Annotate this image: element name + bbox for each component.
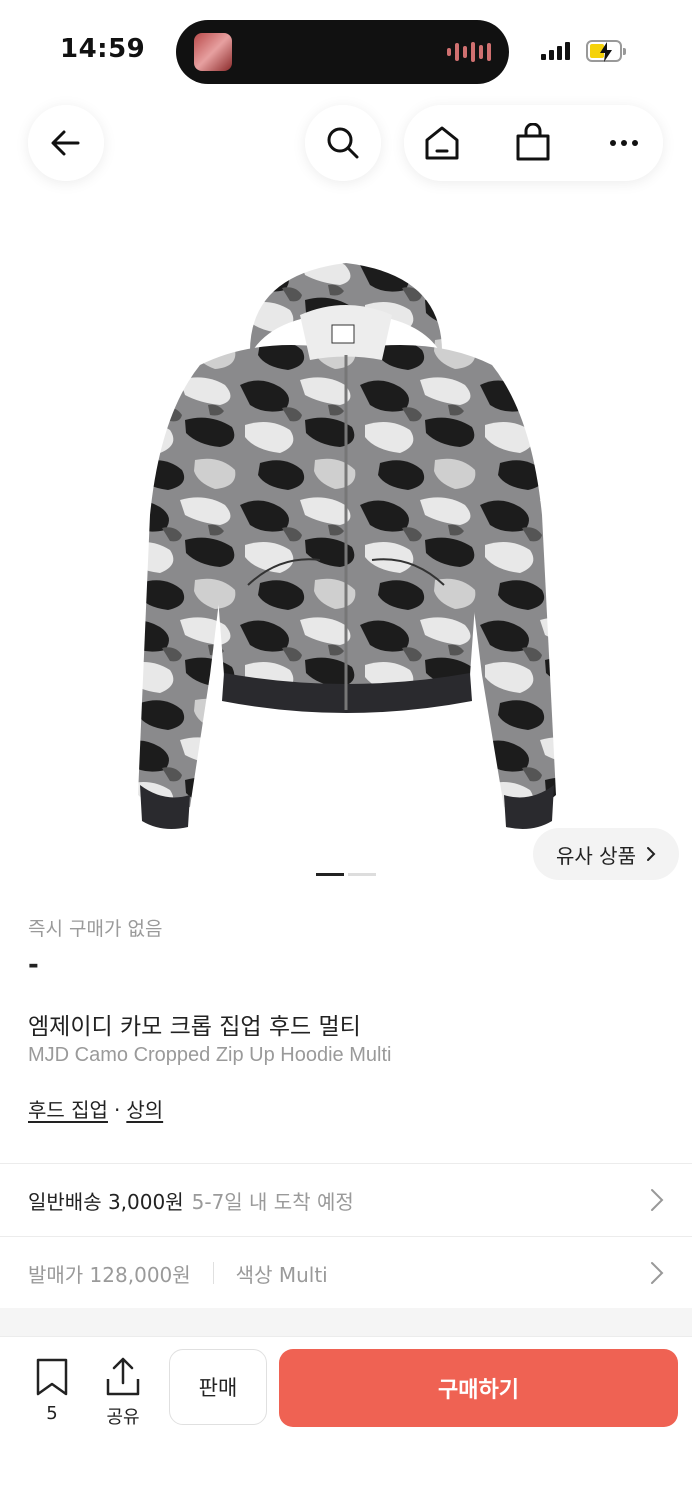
bookmark-button[interactable]: 5: [34, 1357, 70, 1424]
pagination-dot: [348, 873, 376, 876]
chevron-right-icon: [646, 847, 656, 861]
audio-wave-icon: [447, 42, 491, 62]
instant-purchase-status: 즉시 구매가 없음: [28, 918, 163, 940]
shipping-label: 일반배송 3,000원: [28, 1189, 184, 1214]
color-value: 색상 Multi: [235, 1262, 328, 1287]
product-categories: 후드 집업 · 상의: [28, 1094, 163, 1123]
back-button[interactable]: [28, 105, 104, 181]
category-link[interactable]: 후드 집업: [28, 1098, 108, 1122]
product-name-ko: 엠제이디 카모 크롭 집업 후드 멀티: [28, 1014, 361, 1040]
section-separator: [0, 1308, 692, 1336]
search-button[interactable]: [305, 105, 381, 181]
similar-products-button[interactable]: 유사 상품: [533, 828, 679, 880]
arrow-left-icon: [51, 130, 80, 156]
bookmark-count: 5: [46, 1403, 58, 1424]
image-pagination: [316, 873, 376, 876]
chevron-right-icon: [651, 1262, 664, 1284]
product-details-row[interactable]: 발매가 128,000원 색상 Multi: [0, 1237, 692, 1309]
sell-button[interactable]: 판매: [169, 1349, 267, 1425]
share-label: 공유: [106, 1407, 140, 1428]
now-playing-thumbnail: [194, 33, 232, 71]
release-price: 발매가 128,000원: [28, 1262, 191, 1287]
nav-action-group: [404, 105, 663, 181]
product-price: -: [28, 950, 39, 980]
product-name-en: MJD Camo Cropped Zip Up Hoodie Multi: [28, 1044, 392, 1066]
status-time: 14:59: [60, 34, 146, 64]
status-bar: 14:59: [0, 0, 692, 100]
home-icon[interactable]: [422, 123, 462, 163]
bottom-action-bar: 5 공유 판매 구매하기: [0, 1336, 692, 1500]
battery-icon: [586, 40, 626, 62]
share-button[interactable]: 공유: [104, 1357, 142, 1429]
separator: [212, 1262, 214, 1284]
share-icon: [106, 1357, 140, 1396]
search-icon: [327, 127, 359, 159]
dynamic-island[interactable]: [176, 20, 509, 84]
shopping-bag-icon[interactable]: [513, 123, 553, 163]
bookmark-icon: [36, 1358, 68, 1396]
product-image[interactable]: [120, 255, 572, 835]
more-horizontal-icon[interactable]: [604, 123, 644, 163]
pagination-dot-active: [316, 873, 344, 876]
chevron-right-icon: [651, 1189, 664, 1211]
similar-products-label: 유사 상품: [556, 843, 636, 868]
shipping-eta: 5-7일 내 도착 예정: [191, 1189, 354, 1214]
buy-button[interactable]: 구매하기: [279, 1349, 678, 1427]
category-separator: ·: [113, 1098, 121, 1122]
category-link[interactable]: 상의: [126, 1098, 163, 1122]
shipping-row[interactable]: 일반배송 3,000원 5-7일 내 도착 예정: [0, 1164, 692, 1236]
cellular-signal-icon: [541, 42, 570, 60]
